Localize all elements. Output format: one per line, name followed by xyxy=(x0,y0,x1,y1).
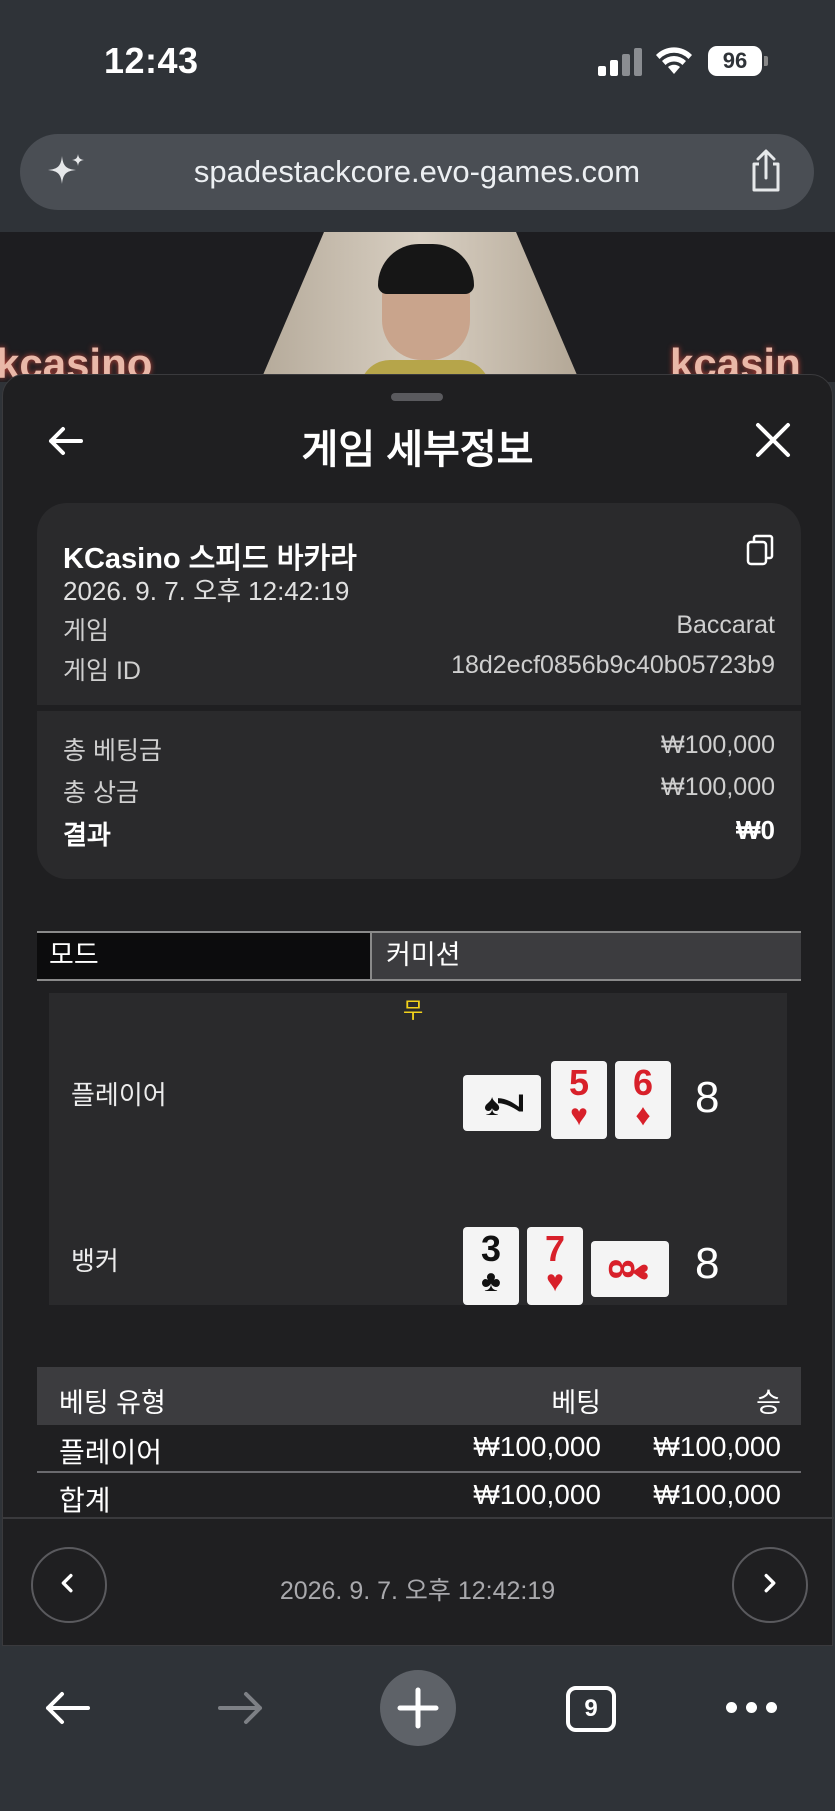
bet-type-header: 베팅 유형 xyxy=(59,1388,166,1418)
card-suit: ♥ xyxy=(570,1099,588,1132)
player-card-2: 5 ♥ xyxy=(551,1061,607,1139)
mode-bar: 모드 커미션 xyxy=(37,931,801,981)
browser-back-icon[interactable] xyxy=(42,1688,92,1728)
bet-type: 플레이어 xyxy=(59,1437,163,1468)
share-icon[interactable] xyxy=(746,148,786,194)
total-payout-row: 총 상금 ₩100,000 xyxy=(63,773,775,809)
game-summary-card: KCasino 스피드 바카라 2026. 9. 7. 오후 12:42:19 … xyxy=(37,503,801,879)
battery-nub xyxy=(764,56,768,66)
plus-icon xyxy=(397,1687,439,1729)
browser-forward-icon[interactable] xyxy=(216,1688,266,1728)
tabs-button[interactable]: 9 xyxy=(566,1686,616,1732)
player-card-3: 6 ♦ xyxy=(615,1061,671,1139)
browser-toolbar: 9 xyxy=(0,1646,835,1811)
banker-score: 8 xyxy=(695,1239,720,1288)
chevron-right-icon xyxy=(764,1573,776,1593)
result-row: 결과 ₩0 xyxy=(63,815,775,852)
close-icon[interactable] xyxy=(752,419,794,461)
status-bar: 12:43 96 xyxy=(0,0,835,120)
game-id-row: 게임 ID 18d2ecf0856b9c40b05723b9 xyxy=(63,651,775,687)
total-bet-label: 총 베팅금 xyxy=(63,737,162,765)
game-details-sheet: 게임 세부정보 KCasino 스피드 바카라 2026. 9. 7. 오후 1… xyxy=(2,374,834,1646)
game-info-section: KCasino 스피드 바카라 2026. 9. 7. 오후 12:42:19 … xyxy=(37,503,801,705)
card-suit: ♥ xyxy=(624,1263,658,1281)
battery-indicator: 96 xyxy=(708,46,762,76)
round-date: 2026. 9. 7. 오후 12:42:19 xyxy=(279,1577,556,1605)
footer-divider xyxy=(3,1517,834,1519)
card-suit: ♦ xyxy=(635,1099,651,1132)
game-type-label: 게임 xyxy=(63,617,110,645)
more-icon[interactable] xyxy=(726,1702,778,1714)
banker-hand-label: 뱅커 xyxy=(71,1246,119,1276)
banker-card-3: 8♥ xyxy=(591,1241,669,1297)
next-round-button[interactable] xyxy=(732,1547,808,1623)
bet-win-header: 승 xyxy=(756,1388,781,1418)
card-rank: 7 xyxy=(489,1092,531,1114)
wifi-icon xyxy=(656,47,692,74)
commission-label: 커미션 xyxy=(370,933,801,979)
bet-amount-header: 베팅 xyxy=(551,1388,601,1418)
mode-label: 모드 xyxy=(37,933,370,979)
player-hand-label: 플레이어 xyxy=(71,1080,167,1110)
banker-card-1: 3 ♣ xyxy=(463,1227,519,1305)
new-tab-button[interactable] xyxy=(380,1670,456,1746)
card-rank: 5 xyxy=(568,1062,590,1103)
address-bar[interactable]: spadestackcore.evo-games.com xyxy=(20,134,814,210)
bet-win: ₩100,000 xyxy=(653,1431,781,1462)
total-win-amount: ₩100,000 xyxy=(653,1479,781,1510)
table-row: 플레이어 ₩100,000 ₩100,000 xyxy=(37,1425,801,1471)
page: 12:43 96 spadestackcore.evo-games.com kc… xyxy=(0,0,835,1811)
bets-table-header: 베팅 유형 베팅 승 xyxy=(37,1367,801,1425)
outcome-label: 무 xyxy=(403,998,424,1023)
baccarat-result-board: 무 플레이어 ♠7 5 ♥ 6 ♦ 8 뱅커 3 ♣ 7 ♥ 8♥ 8 xyxy=(49,993,787,1305)
player-card-1: ♠7 xyxy=(463,1075,541,1131)
player-score: 8 xyxy=(695,1073,720,1122)
live-video-feed: kcasino kcasin xyxy=(0,232,835,382)
game-id-label: 게임 ID xyxy=(63,657,141,685)
game-id-value: 18d2ecf0856b9c40b05723b9 xyxy=(451,651,775,679)
banker-card-2: 7 ♥ xyxy=(527,1227,583,1305)
total-bet-value: ₩100,000 xyxy=(661,731,775,759)
total-label: 합계 xyxy=(59,1485,111,1516)
card-suit: ♣ xyxy=(481,1265,501,1298)
url-text[interactable]: spadestackcore.evo-games.com xyxy=(20,154,814,190)
table-total-row: 합계 ₩100,000 ₩100,000 xyxy=(37,1471,801,1517)
result-value: ₩0 xyxy=(736,815,775,845)
bet-amount: ₩100,000 xyxy=(473,1431,601,1462)
total-bet-amount: ₩100,000 xyxy=(473,1479,601,1510)
sheet-drag-handle[interactable] xyxy=(391,393,443,401)
card-divider xyxy=(37,705,801,711)
page-title: 게임 세부정보 xyxy=(301,428,534,472)
total-payout-value: ₩100,000 xyxy=(661,773,775,801)
card-rank: 7 xyxy=(544,1228,566,1269)
total-bet-row: 총 베팅금 ₩100,000 xyxy=(63,731,775,767)
total-payout-label: 총 상금 xyxy=(63,779,139,807)
status-time: 12:43 xyxy=(104,40,199,81)
game-date: 2026. 9. 7. 오후 12:42:19 xyxy=(63,576,350,606)
game-type-row: 게임 Baccarat xyxy=(63,611,775,647)
card-suit: ♥ xyxy=(546,1265,564,1298)
result-label: 결과 xyxy=(63,820,111,850)
card-rank: 3 xyxy=(480,1228,502,1269)
cellular-signal-icon xyxy=(598,48,642,76)
game-type-value: Baccarat xyxy=(676,611,775,639)
card-rank: 6 xyxy=(632,1062,654,1103)
copy-icon[interactable] xyxy=(745,533,775,567)
